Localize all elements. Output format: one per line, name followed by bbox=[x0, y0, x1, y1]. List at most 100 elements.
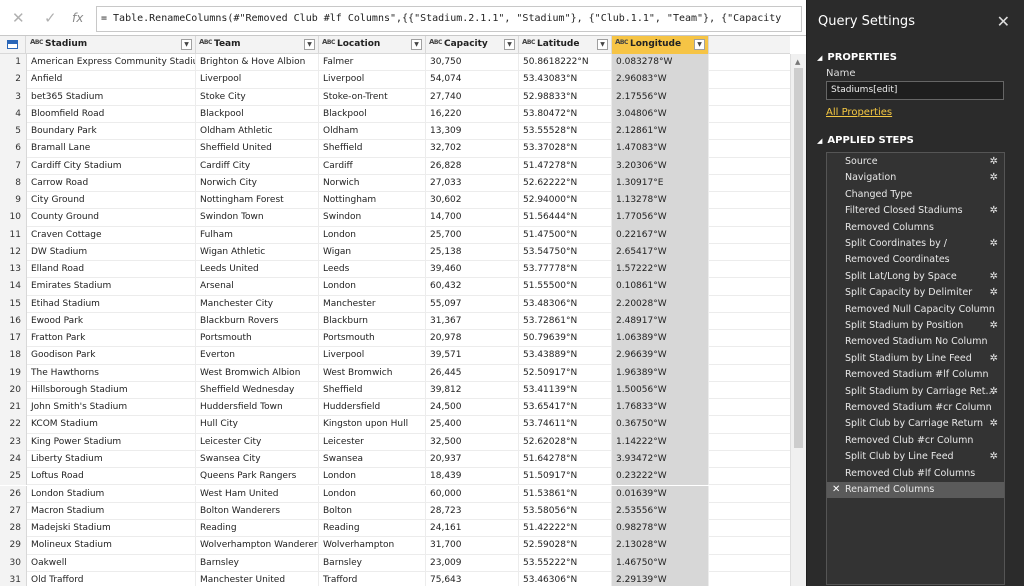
cell-team[interactable]: Arsenal bbox=[196, 278, 319, 296]
cell-latitude[interactable]: 53.74611°N bbox=[519, 416, 612, 434]
row-number[interactable]: 31 bbox=[0, 571, 27, 586]
cell-longitude[interactable]: 1.77056°W bbox=[612, 209, 709, 227]
cell-team[interactable]: Fulham bbox=[196, 226, 319, 244]
row-number[interactable]: 28 bbox=[0, 520, 27, 538]
cell-location[interactable]: Reading bbox=[319, 520, 426, 538]
text-type-icon[interactable]: ABC bbox=[199, 39, 212, 47]
confirm-icon[interactable]: ✓ bbox=[44, 9, 57, 27]
cell-latitude[interactable]: 52.59028°N bbox=[519, 537, 612, 555]
cell-latitude[interactable]: 53.77778°N bbox=[519, 261, 612, 279]
gear-icon[interactable]: ✲ bbox=[990, 285, 998, 301]
cell-team[interactable]: Queens Park Rangers bbox=[196, 468, 319, 486]
applied-step-item[interactable]: Removed Stadium No Column bbox=[827, 334, 1004, 350]
cell-latitude[interactable]: 52.62222°N bbox=[519, 174, 612, 193]
cell-longitude[interactable]: 3.04806°W bbox=[612, 105, 709, 124]
applied-step-item[interactable]: Split Coordinates by / ✲ bbox=[827, 236, 1004, 252]
cell-stadium[interactable]: City Ground bbox=[27, 192, 196, 210]
cell-location[interactable]: London bbox=[319, 226, 426, 244]
cell-longitude[interactable]: 1.76833°W bbox=[612, 399, 709, 417]
row-number[interactable]: 2 bbox=[0, 71, 27, 89]
cell-stadium[interactable]: Molineux Stadium bbox=[27, 537, 196, 555]
cell-stadium[interactable]: Boundary Park bbox=[27, 123, 196, 141]
applied-step-item[interactable]: Removed Stadium #cr Column bbox=[827, 400, 1004, 416]
cell-team[interactable]: Leeds United bbox=[196, 261, 319, 279]
cell-stadium[interactable]: John Smith's Stadium bbox=[27, 399, 196, 417]
row-number[interactable]: 26 bbox=[0, 485, 27, 503]
table-row[interactable]: 5 Boundary Park Oldham Athletic Oldham 13,30… bbox=[0, 123, 790, 141]
cell-location[interactable]: Huddersfield bbox=[319, 399, 426, 417]
cell-team[interactable]: Huddersfield Town bbox=[196, 399, 319, 417]
row-number[interactable]: 9 bbox=[0, 192, 27, 210]
cell-capacity[interactable]: 26,828 bbox=[426, 157, 519, 175]
cell-capacity[interactable]: 60,432 bbox=[426, 278, 519, 296]
cell-longitude[interactable]: 1.46750°W bbox=[612, 554, 709, 572]
cell-location[interactable]: Kingston upon Hull bbox=[319, 416, 426, 434]
table-row[interactable]: 24 Liberty Stadium Swansea City Swansea 20,9… bbox=[0, 450, 790, 469]
applied-steps-section[interactable]: ◢ APPLIED STEPS bbox=[817, 135, 914, 146]
cell-capacity[interactable]: 27,033 bbox=[426, 174, 519, 193]
scrollbar-thumb[interactable] bbox=[794, 68, 803, 448]
cell-location[interactable]: Oldham bbox=[319, 123, 426, 141]
cell-team[interactable]: Cardiff City bbox=[196, 157, 319, 175]
cell-capacity[interactable]: 30,602 bbox=[426, 192, 519, 210]
cell-latitude[interactable]: 53.41139°N bbox=[519, 381, 612, 400]
row-number[interactable]: 19 bbox=[0, 364, 27, 382]
applied-step-item[interactable]: Filtered Closed Stadiums ✲ bbox=[827, 203, 1004, 219]
text-type-icon[interactable]: ABC bbox=[30, 39, 43, 47]
cell-capacity[interactable]: 39,460 bbox=[426, 261, 519, 279]
table-row[interactable]: 4 Bloomfield Road Blackpool Blackpool 16,220… bbox=[0, 105, 790, 124]
cell-stadium[interactable]: Anfield bbox=[27, 71, 196, 89]
cell-stadium[interactable]: Bloomfield Road bbox=[27, 105, 196, 124]
cell-capacity[interactable]: 75,643 bbox=[426, 571, 519, 586]
row-number[interactable]: 16 bbox=[0, 312, 27, 331]
row-number[interactable]: 12 bbox=[0, 243, 27, 262]
cell-team[interactable]: Wolverhampton Wanderers bbox=[196, 537, 319, 555]
cell-latitude[interactable]: 51.42222°N bbox=[519, 520, 612, 538]
cell-team[interactable]: Sheffield United bbox=[196, 140, 319, 158]
cell-longitude[interactable]: 1.06389°W bbox=[612, 330, 709, 348]
cell-location[interactable]: Cardiff bbox=[319, 157, 426, 175]
cell-capacity[interactable]: 27,740 bbox=[426, 88, 519, 106]
cell-longitude[interactable]: 1.57222°W bbox=[612, 261, 709, 279]
row-number[interactable]: 21 bbox=[0, 399, 27, 417]
cell-team[interactable]: Swansea City bbox=[196, 450, 319, 469]
cell-team[interactable]: Swindon Town bbox=[196, 209, 319, 227]
table-row[interactable]: 28 Madejski Stadium Reading Reading 24,161 51… bbox=[0, 520, 790, 538]
cell-latitude[interactable]: 53.54750°N bbox=[519, 243, 612, 262]
cell-location[interactable]: Trafford bbox=[319, 571, 426, 586]
cell-team[interactable]: Manchester United bbox=[196, 571, 319, 586]
cell-capacity[interactable]: 13,309 bbox=[426, 123, 519, 141]
cell-stadium[interactable]: County Ground bbox=[27, 209, 196, 227]
applied-step-item[interactable]: Source ✲ bbox=[827, 154, 1004, 170]
formula-input[interactable]: = Table.RenameColumns(#"Removed Club #lf… bbox=[96, 6, 802, 32]
cell-stadium[interactable]: Fratton Park bbox=[27, 330, 196, 348]
cell-latitude[interactable]: 53.72861°N bbox=[519, 312, 612, 331]
table-row[interactable]: 30 Oakwell Barnsley Barnsley 23,009 53.55222°… bbox=[0, 554, 790, 572]
cell-team[interactable]: Reading bbox=[196, 520, 319, 538]
row-number[interactable]: 10 bbox=[0, 209, 27, 227]
cell-latitude[interactable]: 53.43083°N bbox=[519, 71, 612, 89]
cell-latitude[interactable]: 52.62028°N bbox=[519, 433, 612, 451]
cell-stadium[interactable]: Goodison Park bbox=[27, 347, 196, 365]
cell-capacity[interactable]: 18,439 bbox=[426, 468, 519, 486]
query-name-input[interactable]: Stadiums[edit] bbox=[826, 81, 1004, 100]
row-number[interactable]: 29 bbox=[0, 537, 27, 555]
cell-stadium[interactable]: London Stadium bbox=[27, 485, 196, 503]
table-row[interactable]: 3 bet365 Stadium Stoke City Stoke-on-Trent 2… bbox=[0, 88, 790, 106]
column-header-longitude[interactable]: ABC Longitude ▼ bbox=[612, 36, 709, 54]
cell-stadium[interactable]: Cardiff City Stadium bbox=[27, 157, 196, 175]
cell-stadium[interactable]: Craven Cottage bbox=[27, 226, 196, 244]
cell-location[interactable]: Falmer bbox=[319, 54, 426, 72]
filter-dropdown-icon[interactable]: ▼ bbox=[597, 39, 608, 50]
cell-location[interactable]: London bbox=[319, 468, 426, 486]
delete-step-icon[interactable]: ✕ bbox=[832, 482, 840, 498]
cell-latitude[interactable]: 53.80472°N bbox=[519, 105, 612, 124]
row-number[interactable]: 13 bbox=[0, 261, 27, 279]
cell-location[interactable]: Norwich bbox=[319, 174, 426, 193]
table-row[interactable]: 12 DW Stadium Wigan Athletic Wigan 25,138 53.… bbox=[0, 243, 790, 262]
properties-section[interactable]: ◢ PROPERTIES bbox=[817, 52, 897, 63]
cell-team[interactable]: Blackburn Rovers bbox=[196, 312, 319, 331]
table-row[interactable]: 8 Carrow Road Norwich City Norwich 27,033 52.… bbox=[0, 174, 790, 193]
cell-stadium[interactable]: Madejski Stadium bbox=[27, 520, 196, 538]
cell-longitude[interactable]: 1.47083°W bbox=[612, 140, 709, 158]
